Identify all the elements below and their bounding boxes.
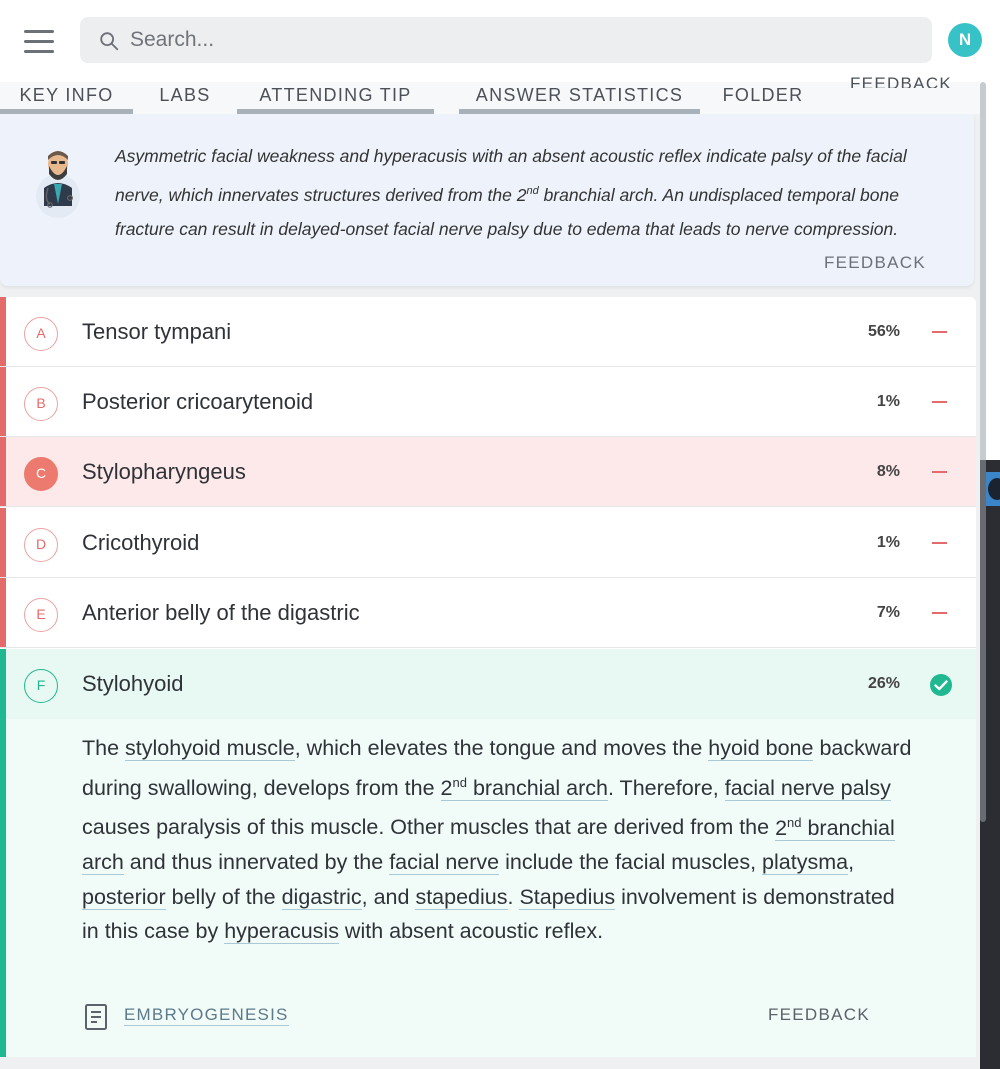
tip-text-segment: branchial arch. An undisplaced temporal …: [538, 184, 899, 205]
link-digastric[interactable]: digastric: [281, 884, 362, 910]
link-platysma[interactable]: platysma: [762, 850, 849, 876]
answer-percentage: 26%: [867, 675, 900, 692]
answer-accent: [0, 578, 6, 647]
search-icon: [100, 32, 119, 51]
link-stylohyoid-muscle[interactable]: stylohyoid muscle: [125, 736, 295, 761]
tab-label: LABS: [159, 85, 211, 105]
tab-folder[interactable]: FOLDER: [700, 82, 826, 114]
hamburger-menu-icon[interactable]: [24, 28, 56, 54]
answer-letter: B: [24, 387, 58, 421]
answer-percentage: 56%: [867, 323, 900, 340]
answer-option-e[interactable]: E Anterior belly of the digastric 7%: [0, 578, 976, 648]
document-icon: [85, 1004, 107, 1030]
search-box[interactable]: [80, 17, 932, 63]
text: , which elevates the tongue and moves th…: [294, 736, 709, 760]
answer-accent: [0, 649, 6, 719]
answer-text: Posterior cricoarytenoid: [82, 389, 314, 414]
tab-label: FOLDER: [722, 85, 804, 105]
avatar[interactable]: N: [948, 23, 982, 57]
background-editor-marker: [986, 472, 1000, 506]
answer-option-d[interactable]: D Cricothyroid 1%: [0, 508, 976, 578]
answer-option-b[interactable]: B Posterior cricoarytenoid 1%: [0, 367, 976, 437]
text: include the facial muscles,: [499, 850, 763, 875]
tip-feedback-button[interactable]: FEEDBACK: [824, 253, 926, 273]
tip-text-segment: nerve, which innervates structures deriv…: [115, 184, 527, 205]
link-posterior[interactable]: posterior: [82, 884, 166, 910]
text: ,: [848, 850, 855, 875]
answer-accent: [0, 297, 6, 366]
answer-percentage: 1%: [876, 393, 900, 410]
text: The: [82, 736, 126, 760]
check-circle-icon: [930, 674, 952, 696]
text: and thus innervated by the: [123, 850, 390, 875]
answer-letter: D: [24, 528, 58, 562]
link-hyperacusis[interactable]: hyperacusis: [224, 919, 339, 945]
answer-letter: F: [24, 669, 58, 703]
tab-key-info[interactable]: KEY INFO: [0, 82, 133, 114]
text: belly of the: [165, 884, 282, 909]
link-hyoid-bone[interactable]: hyoid bone: [708, 736, 814, 761]
answer-text: Stylohyoid: [82, 671, 184, 696]
top-bar: N: [0, 0, 982, 82]
attending-tip-card: Asymmetric facial weakness and hyperacus…: [0, 114, 974, 286]
answer-percentage: 8%: [876, 463, 900, 480]
text: . Therefore,: [608, 775, 725, 800]
tab-labs[interactable]: LABS: [133, 82, 237, 114]
answer-option-f[interactable]: F Stylohyoid 26%: [0, 649, 976, 719]
link-sup: nd: [452, 774, 467, 790]
answer-list: A Tensor tympani 56% B Posterior cricoar…: [0, 297, 976, 1057]
answer-percentage: 7%: [876, 604, 900, 621]
tab-label: ANSWER STATISTICS: [475, 85, 684, 105]
explanation-feedback-button[interactable]: FEEDBACK: [768, 1005, 870, 1025]
answer-letter: C: [24, 457, 58, 491]
explanation-accent: [0, 719, 6, 1057]
link-text: 2: [775, 815, 788, 840]
page-scrollbar[interactable]: [980, 82, 986, 822]
search-input[interactable]: [130, 17, 910, 63]
answer-accent: [0, 437, 6, 506]
link-stapedius[interactable]: stapedius: [415, 884, 508, 910]
answer-text: Stylopharyngeus: [82, 459, 246, 484]
tab-attending-tip[interactable]: ATTENDING TIP: [237, 82, 434, 114]
answer-percentage: 1%: [876, 534, 900, 551]
minus-icon: [932, 542, 947, 544]
answer-text: Tensor tympani: [82, 319, 232, 344]
tab-label: ATTENDING TIP: [259, 85, 412, 105]
answer-accent: [0, 367, 6, 436]
link-sup: nd: [787, 814, 802, 830]
tab-label: KEY INFO: [19, 85, 114, 105]
topic-link-embryogenesis[interactable]: EMBRYOGENESIS: [124, 1005, 289, 1026]
minus-icon: [932, 331, 947, 333]
text: , and: [361, 884, 416, 909]
text: causes paralysis of this muscle. Other m…: [82, 815, 776, 840]
minus-icon: [932, 471, 947, 473]
minus-icon: [932, 401, 947, 403]
link-branchial-arch[interactable]: 2nd branchial arch: [440, 774, 608, 801]
link-text: 2: [440, 775, 453, 800]
tip-sup: nd: [526, 184, 539, 197]
minus-icon: [932, 612, 947, 614]
tip-line: Asymmetric facial weakness and hyperacus…: [115, 146, 907, 166]
answer-explanation: The stylohyoid muscle, which elevates th…: [0, 719, 976, 1057]
answer-option-c[interactable]: C Stylopharyngeus 8%: [0, 437, 976, 507]
tip-line: nerve, which innervates structures deriv…: [115, 174, 955, 212]
explanation-text: The stylohyoid muscle, which elevates th…: [82, 731, 912, 949]
text: with absent acoustic reflex.: [338, 919, 604, 944]
answer-letter: E: [24, 598, 58, 632]
tab-feedback[interactable]: FEEDBACK: [850, 74, 952, 88]
answer-text: Anterior belly of the digastric: [82, 600, 360, 625]
attending-tip-text: Asymmetric facial weakness and hyperacus…: [115, 139, 955, 246]
doctor-icon: [36, 151, 80, 218]
link-facial-nerve[interactable]: facial nerve: [389, 850, 500, 876]
answer-option-a[interactable]: A Tensor tympani 56%: [0, 297, 976, 367]
link-text: branchial arch: [466, 775, 608, 800]
link-stapedius-2[interactable]: Stapedius: [519, 884, 616, 910]
tip-line: fracture can result in delayed-onset fac…: [115, 218, 899, 239]
tab-answer-statistics[interactable]: ANSWER STATISTICS: [459, 82, 700, 114]
text: .: [507, 884, 520, 909]
link-facial-nerve-palsy[interactable]: facial nerve palsy: [724, 775, 891, 801]
answer-accent: [0, 508, 6, 577]
answer-text: Cricothyroid: [82, 530, 200, 555]
answer-letter: A: [24, 317, 58, 351]
